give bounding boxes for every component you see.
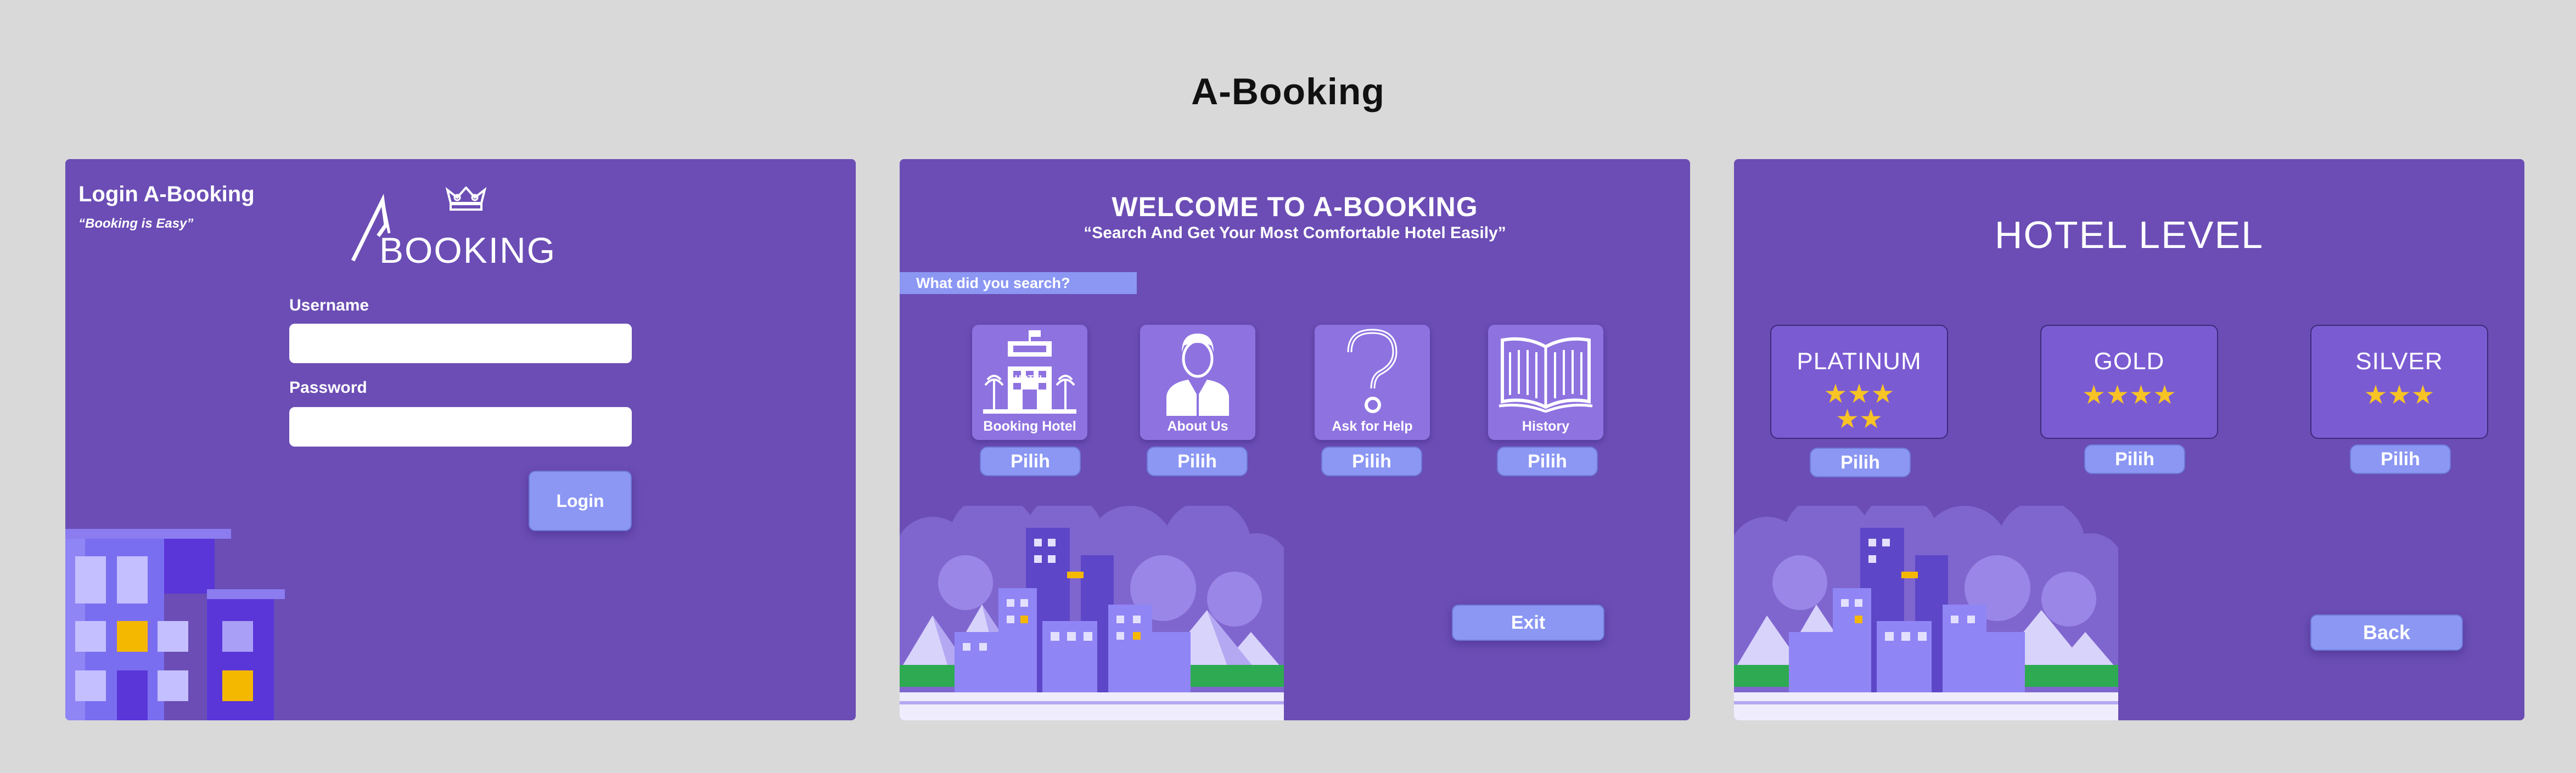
hotel-level-heading: HOTEL LEVEL [1994,213,2264,256]
ask-for-help-card[interactable]: Ask for Help [1315,325,1430,440]
welcome-subtitle: “Search And Get Your Most Comfortable Ho… [1084,224,1506,242]
gold-level-name: GOLD [2094,348,2165,375]
person-icon [1166,334,1229,416]
silver-level-card[interactable]: SILVER ★★★ [2310,325,2488,439]
about-us-label: About Us [1167,419,1228,434]
history-card[interactable]: History [1488,325,1603,440]
pilih-about-us-button[interactable]: Pilih [1147,447,1248,476]
pilih-gold-button[interactable]: Pilih [2084,444,2185,474]
password-label: Password [289,379,367,397]
silver-level-name: SILVER [2355,348,2443,375]
pilih-history-button[interactable]: Pilih [1497,447,1598,476]
username-input[interactable] [289,324,632,363]
pilih-booking-hotel-button[interactable]: Pilih [980,447,1081,476]
back-button[interactable]: Back [2310,614,2463,651]
hotel-building-icon [983,330,1076,414]
booking-hotel-card[interactable]: HOTEL Booking Hotel [972,325,1087,440]
hotel-level-screen: HOTEL LEVEL PLATINUM ★★★ ★★ Pilih GOLD ★… [1734,159,2524,720]
username-label: Username [289,296,369,314]
page-title: A-Booking [1191,71,1385,112]
gold-stars: ★★★★ [2081,381,2177,410]
open-book-icon [1499,337,1593,413]
login-heading: Login A-Booking [78,182,255,206]
password-input[interactable] [289,407,632,447]
welcome-screen: WELCOME TO A-BOOKING “Search And Get You… [900,159,1690,720]
building-illustration [65,529,285,720]
platinum-stars-row2: ★★ [1835,405,1883,434]
pilih-ask-for-help-button[interactable]: Pilih [1321,447,1422,476]
login-screen: Login A-Booking “Booking is Easy” BOOKIN… [65,159,856,720]
city-illustration [900,506,1284,720]
hotel-sign-text: HOTEL [1014,374,1045,383]
silver-stars: ★★★ [2364,381,2435,410]
login-tagline: “Booking is Easy” [78,216,194,231]
booking-hotel-label: Booking Hotel [983,419,1076,434]
history-label: History [1522,419,1570,434]
gold-level-card[interactable]: GOLD ★★★★ [2040,325,2218,439]
pilih-platinum-button[interactable]: Pilih [1810,448,1911,477]
exit-button[interactable]: Exit [1452,605,1604,641]
city-illustration [1734,506,2118,720]
search-prompt: What did you search? [900,272,1137,294]
pilih-silver-button[interactable]: Pilih [2350,444,2451,474]
login-button[interactable]: Login [529,471,632,531]
question-mark-icon [1347,329,1398,413]
platinum-stars-row1: ★★★ [1823,380,1895,409]
platinum-level-name: PLATINUM [1797,348,1922,375]
ask-for-help-label: Ask for Help [1332,419,1413,434]
about-us-card[interactable]: About Us [1140,325,1255,440]
platinum-level-card[interactable]: PLATINUM ★★★ ★★ [1770,325,1948,439]
logo-text: BOOKING [379,230,557,270]
welcome-heading: WELCOME TO A-BOOKING [1112,191,1478,222]
a-booking-logo: BOOKING [351,185,559,270]
